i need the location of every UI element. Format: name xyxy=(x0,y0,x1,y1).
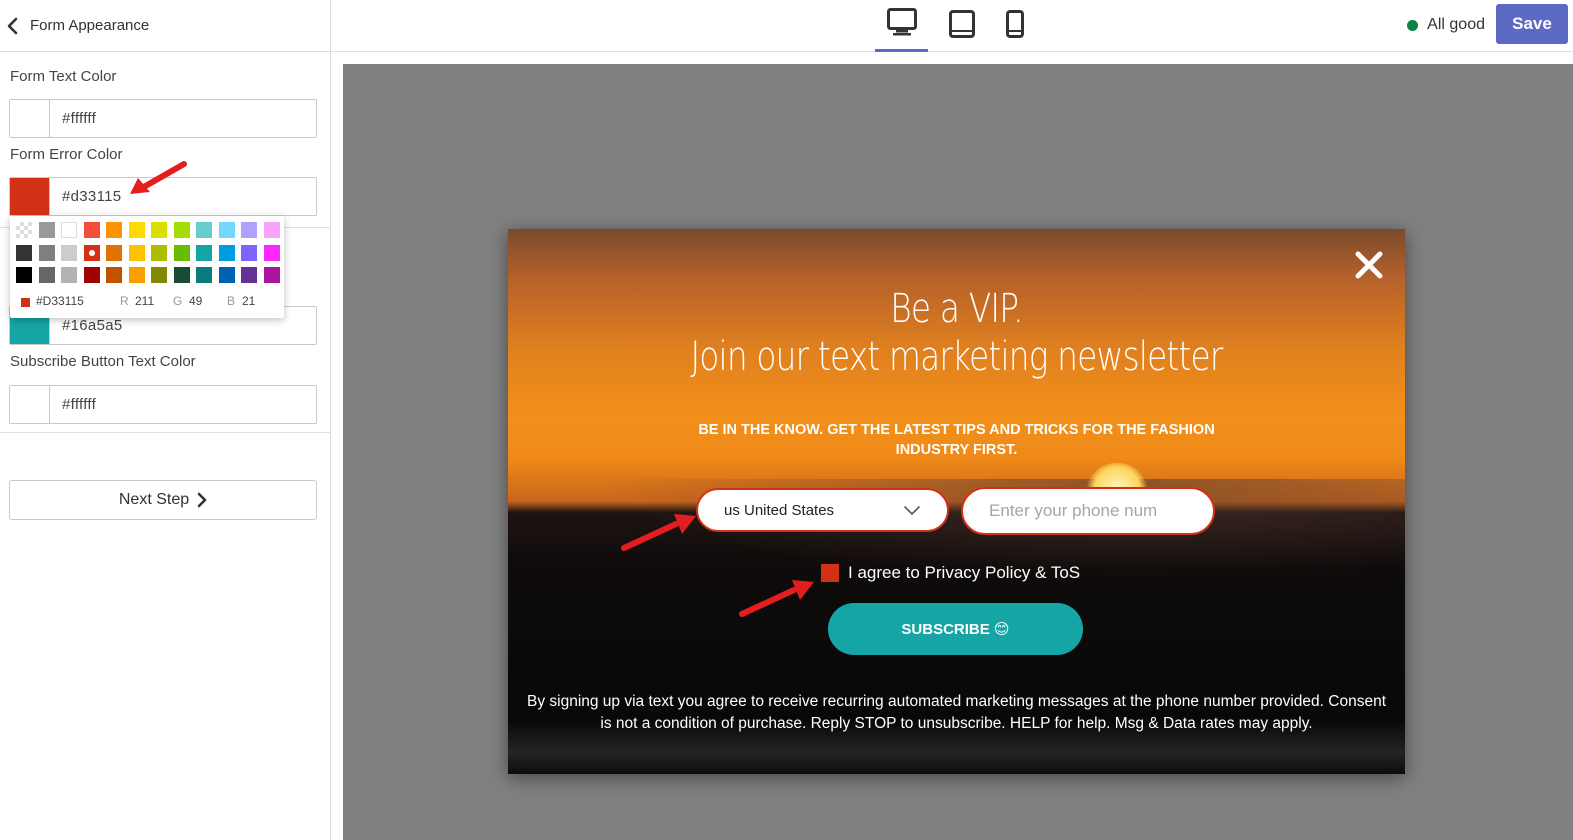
color-swatch[interactable] xyxy=(218,267,235,283)
color-swatch[interactable] xyxy=(83,267,100,283)
color-swatch[interactable] xyxy=(241,244,257,261)
color-swatch[interactable] xyxy=(106,222,122,238)
g-label: G xyxy=(173,294,183,308)
color-swatch[interactable] xyxy=(128,244,145,261)
desktop-preview-button[interactable] xyxy=(875,0,928,52)
subscribe-button-color-value[interactable]: #16a5a5 xyxy=(50,317,123,334)
color-swatch[interactable] xyxy=(106,267,122,283)
subscribe-button-text-color-field[interactable]: #ffffff xyxy=(9,385,317,424)
country-select[interactable]: us United States xyxy=(696,488,949,532)
tablet-preview-button[interactable] xyxy=(937,0,987,52)
color-swatch[interactable] xyxy=(61,244,77,261)
form-text-color-field[interactable]: #ffffff xyxy=(9,99,317,138)
color-swatch[interactable] xyxy=(38,267,55,283)
popup-title-line-2: Join our text marketing newsletter xyxy=(690,334,1223,380)
color-swatch[interactable] xyxy=(173,222,190,238)
top-bar: All good xyxy=(331,0,1573,52)
agree-label: I agree to Privacy Policy & ToS xyxy=(848,563,1081,582)
country-select-value: us United States xyxy=(724,501,835,519)
r-label: R xyxy=(120,294,129,308)
form-text-color-swatch[interactable] xyxy=(10,100,50,137)
color-swatch[interactable] xyxy=(196,244,212,261)
color-swatch[interactable] xyxy=(83,244,100,261)
subscribe-button-text-color-label: Subscribe Button Text Color xyxy=(10,353,196,370)
chevron-right-icon xyxy=(197,492,207,508)
form-error-color-swatch[interactable] xyxy=(10,178,50,215)
color-swatch[interactable] xyxy=(241,267,257,283)
phone-number-input[interactable] xyxy=(961,487,1215,535)
color-swatch[interactable] xyxy=(241,222,257,238)
b-value[interactable]: 21 xyxy=(242,294,255,308)
disclaimer-line-2: is not a condition of purchase. Reply ST… xyxy=(600,715,1313,732)
color-swatch[interactable] xyxy=(16,244,32,261)
transparent-swatch[interactable] xyxy=(16,222,32,238)
b-label: B xyxy=(227,294,236,308)
color-swatch[interactable] xyxy=(128,267,145,283)
color-swatch[interactable] xyxy=(61,222,77,238)
color-swatch[interactable] xyxy=(218,222,235,238)
subscribe-button[interactable]: SUBSCRIBE 😊 xyxy=(828,603,1083,655)
subscribe-button-text-color-swatch[interactable] xyxy=(10,386,50,423)
form-error-color-field[interactable]: #d33115 xyxy=(9,177,317,216)
sidebar-title: Form Appearance xyxy=(30,17,150,34)
agree-checkbox-row[interactable]: I agree to Privacy Policy & ToS xyxy=(821,562,1080,584)
color-swatch[interactable] xyxy=(61,267,77,283)
selected-swatch-indicator xyxy=(88,249,95,256)
section-divider xyxy=(0,432,330,433)
form-error-color-label: Form Error Color xyxy=(10,146,123,163)
tablet-icon xyxy=(949,9,975,43)
save-button[interactable]: Save xyxy=(1496,4,1568,44)
selected-color-chip xyxy=(21,298,30,307)
color-swatch[interactable] xyxy=(173,267,190,283)
form-text-color-label: Form Text Color xyxy=(10,68,117,85)
chevron-down-icon xyxy=(903,503,921,520)
color-swatch[interactable] xyxy=(173,244,190,261)
agree-checkbox[interactable] xyxy=(821,564,839,582)
color-swatch[interactable] xyxy=(196,222,212,238)
mobile-icon xyxy=(1006,9,1024,43)
newsletter-popup-preview: Be a VIP. Join our text marketing newsle… xyxy=(508,229,1405,774)
disclaimer-line-1: By signing up via text you agree to rece… xyxy=(526,693,1387,710)
color-swatch[interactable] xyxy=(128,222,145,238)
color-swatch[interactable] xyxy=(151,244,167,261)
r-value[interactable]: 211 xyxy=(135,294,154,308)
color-swatch[interactable] xyxy=(38,244,55,261)
color-swatch[interactable] xyxy=(83,222,100,238)
color-swatch[interactable] xyxy=(263,222,280,238)
disclaimer-text: By signing up via text you agree to rece… xyxy=(508,691,1405,735)
color-readout: #D33115 R 211 G 49 B 21 xyxy=(10,294,284,312)
color-swatch[interactable] xyxy=(151,267,167,283)
color-swatch[interactable] xyxy=(38,222,55,238)
color-picker-popover: #D33115 R 211 G 49 B 21 xyxy=(10,216,284,318)
chevron-left-icon xyxy=(6,16,22,36)
g-value[interactable]: 49 xyxy=(189,294,202,308)
next-step-label: Next Step xyxy=(118,491,190,508)
subscribe-button-text-color-value[interactable]: #ffffff xyxy=(50,396,96,413)
color-swatch[interactable] xyxy=(106,244,122,261)
color-swatch[interactable] xyxy=(196,267,212,283)
hex-readout[interactable]: #D33115 xyxy=(36,294,84,308)
save-status: All good xyxy=(1407,16,1485,34)
status-dot xyxy=(1407,19,1419,31)
popup-title-line-1: Be a VIP. xyxy=(890,286,1023,332)
color-swatch[interactable] xyxy=(263,244,280,261)
form-error-color-value[interactable]: #d33115 xyxy=(50,188,121,205)
color-swatch[interactable] xyxy=(263,267,280,283)
close-icon[interactable] xyxy=(1353,249,1385,281)
settings-sidebar: Form Appearance Form Text Color #ffffff … xyxy=(0,0,331,840)
color-swatch[interactable] xyxy=(151,222,167,238)
next-step-button[interactable]: Next Step xyxy=(9,480,317,520)
popup-subtitle: BE IN THE KNOW. GET THE LATEST TIPS AND … xyxy=(698,422,1215,458)
mobile-preview-button[interactable] xyxy=(990,0,1040,52)
status-label: All good xyxy=(1427,16,1485,33)
desktop-icon xyxy=(886,8,917,41)
form-text-color-value[interactable]: #ffffff xyxy=(50,110,96,127)
back-to-form-appearance[interactable]: Form Appearance xyxy=(0,0,331,52)
popup-title: Be a VIP. Join our text marketing newsle… xyxy=(589,285,1325,381)
color-swatch[interactable] xyxy=(16,267,32,283)
color-swatch[interactable] xyxy=(218,244,235,261)
